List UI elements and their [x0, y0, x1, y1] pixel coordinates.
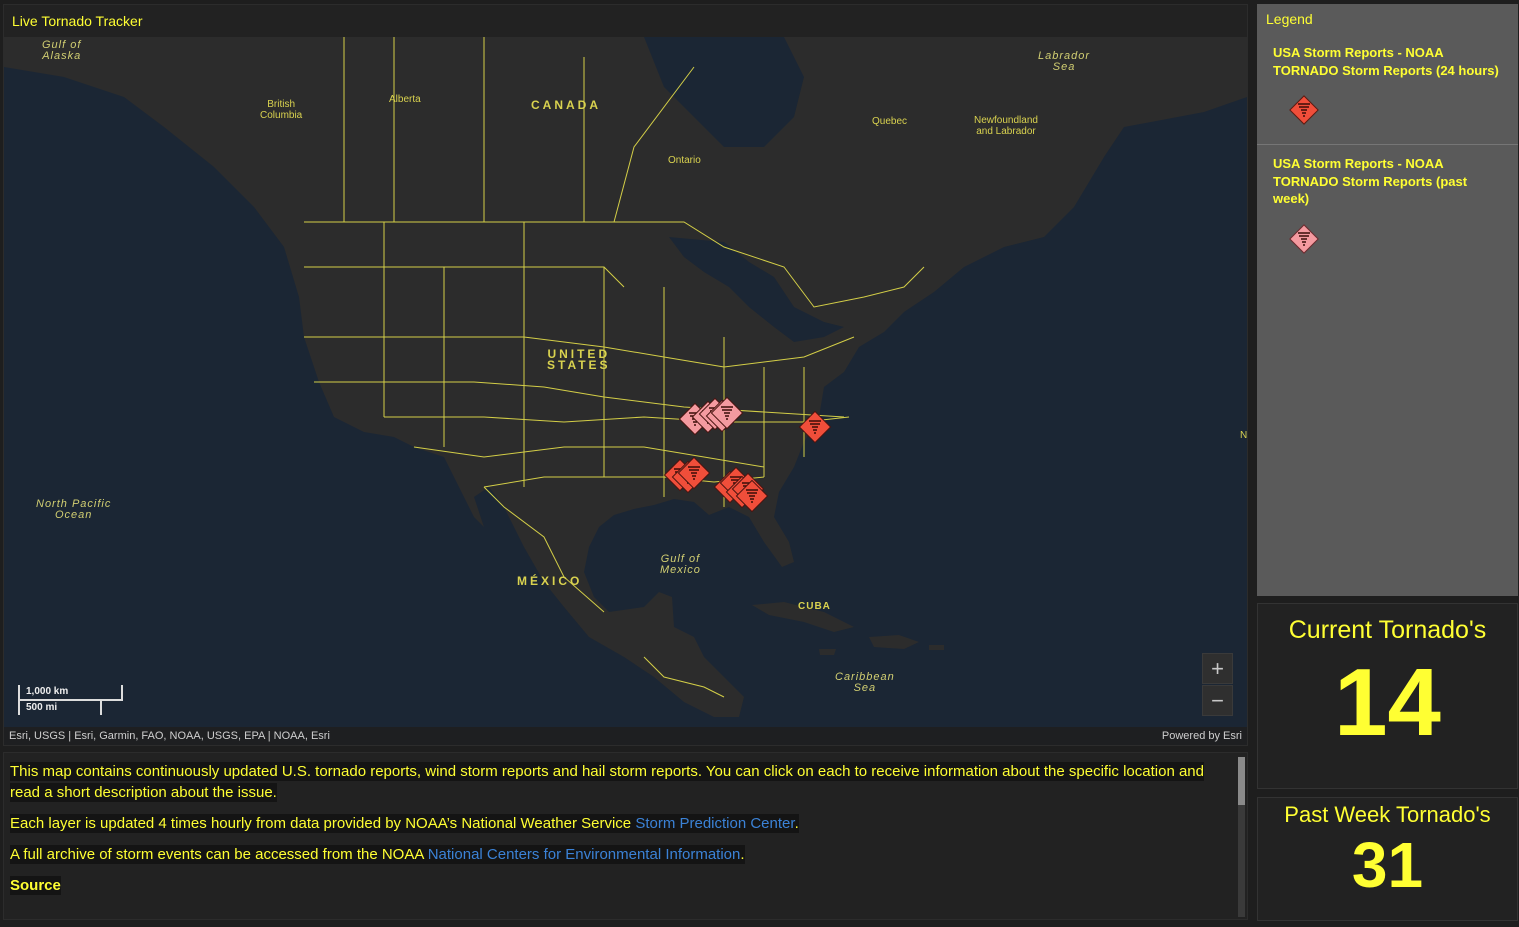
- map-attribution: Esri, USGS | Esri, Garmin, FAO, NOAA, US…: [4, 727, 1247, 745]
- description-p3-text: A full archive of storm events can be ac…: [10, 846, 428, 863]
- label-north-pacific: North Pacific Ocean: [36, 498, 112, 521]
- basemap: [4, 37, 1247, 717]
- ncei-link[interactable]: National Centers for Environmental Infor…: [428, 846, 741, 863]
- label-edge-n: N: [1240, 430, 1247, 441]
- legend-item-week: USA Storm Reports - NOAA TORNADO Storm R…: [1257, 145, 1518, 273]
- land-jamaica: [819, 649, 836, 655]
- description-source: Source: [10, 875, 1225, 896]
- current-tornado-indicator: Current Tornado's 14: [1257, 603, 1518, 789]
- description-panel[interactable]: This map contains continuously updated U…: [3, 752, 1248, 920]
- scale-bar: 1,000 km 500 mi: [18, 685, 123, 715]
- label-canada: CANADA: [531, 98, 601, 112]
- label-quebec: Quebec: [872, 116, 908, 127]
- label-gulf-of-mexico: Gulf of Mexico: [660, 553, 701, 576]
- description-p2-end: .: [794, 815, 799, 832]
- zoom-out-button[interactable]: −: [1202, 685, 1233, 716]
- storm-prediction-center-link[interactable]: Storm Prediction Center: [635, 815, 794, 832]
- label-ontario: Ontario: [668, 155, 701, 166]
- description-p2-text: Each layer is updated 4 times hourly fro…: [10, 815, 636, 832]
- description-p3: A full archive of storm events can be ac…: [10, 844, 1225, 865]
- description-p1-text: This map contains continuously updated U…: [10, 762, 1204, 802]
- current-tornado-value: 14: [1334, 649, 1441, 756]
- land-puerto-rico: [929, 645, 944, 650]
- legend-title: Legend: [1266, 11, 1313, 27]
- week-tornado-indicator: Past Week Tornado's 31: [1257, 797, 1518, 921]
- description-p2: Each layer is updated 4 times hourly fro…: [10, 813, 1225, 834]
- label-newfoundland: Newfoundland and Labrador: [974, 115, 1038, 137]
- legend-label-24h: USA Storm Reports - NOAA TORNADO Storm R…: [1273, 45, 1499, 78]
- label-mexico: MÉXICO: [517, 574, 583, 588]
- scale-km: 1,000 km: [18, 685, 123, 701]
- zoom-in-button[interactable]: +: [1202, 653, 1233, 684]
- description-p3-end: .: [740, 846, 745, 863]
- land-north-america: [4, 37, 1247, 717]
- current-tornado-title: Current Tornado's: [1288, 616, 1487, 644]
- label-caribbean: Caribbean Sea: [835, 671, 895, 694]
- map-title: Live Tornado Tracker: [4, 5, 1247, 37]
- label-british-columbia: British Columbia: [260, 99, 303, 121]
- tornado-map[interactable]: Gulf of Alaska Labrador Sea British Colu…: [4, 37, 1247, 745]
- map-panel: Live Tornado Tracker Gulf of Alaska Labr…: [3, 4, 1248, 746]
- label-labrador-sea: Labrador Sea: [1038, 50, 1091, 73]
- tornado-icon: [1289, 223, 1319, 254]
- label-united-states: UNITED STATES: [547, 347, 611, 372]
- label-alberta: Alberta: [389, 94, 421, 105]
- label-gulf-of-alaska: Gulf of Alaska: [42, 39, 82, 62]
- label-cuba: CUBA: [798, 601, 831, 612]
- legend-panel: Legend USA Storm Reports - NOAA TORNADO …: [1257, 4, 1518, 596]
- scale-mi: 500 mi: [18, 701, 102, 715]
- attribution-text[interactable]: Esri, USGS | Esri, Garmin, FAO, NOAA, US…: [9, 730, 330, 742]
- tornado-icon: [1289, 95, 1319, 125]
- description-p1: This map contains continuously updated U…: [10, 761, 1225, 803]
- week-tornado-value: 31: [1351, 829, 1424, 901]
- legend-item-24h: USA Storm Reports - NOAA TORNADO Storm R…: [1257, 34, 1518, 145]
- source-heading: Source: [10, 876, 61, 895]
- legend-label-week: USA Storm Reports - NOAA TORNADO Storm R…: [1273, 156, 1468, 206]
- land-hispaniola: [869, 635, 919, 649]
- week-tornado-title: Past Week Tornado's: [1284, 802, 1491, 827]
- scrollbar-thumb[interactable]: [1238, 757, 1245, 805]
- powered-by[interactable]: Powered by Esri: [1162, 727, 1242, 745]
